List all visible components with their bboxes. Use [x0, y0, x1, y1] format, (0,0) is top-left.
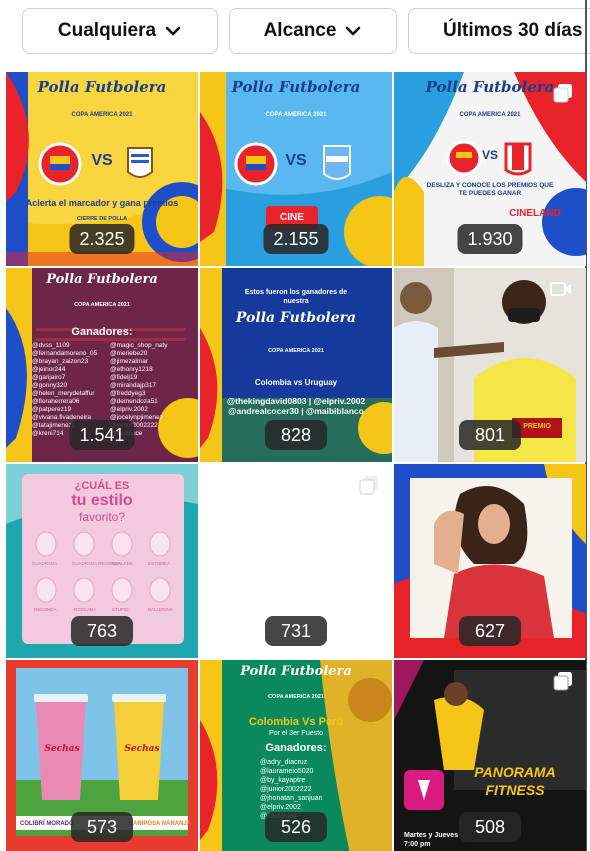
brand-label: Sechas — [124, 744, 160, 754]
post-tagline: Acierta el marcador y gana premios — [25, 198, 179, 208]
post-subtitle: COPA AMERICA 2021 — [74, 302, 130, 308]
vs-label: VS — [285, 152, 307, 169]
filter-date-dropdown[interactable]: Últimos 30 días — [408, 8, 590, 54]
post-tile[interactable]: Estos fueron los ganadores de nuestra Po… — [200, 268, 392, 462]
post-heading-top: ¿CUÁL ES — [74, 480, 130, 492]
carousel-icon — [359, 476, 378, 495]
chevron-down-icon — [346, 26, 361, 36]
match-label: Colombia vs Uruguay — [254, 378, 338, 387]
view-count-badge: 1.541 — [69, 420, 135, 450]
product-label-right: MARIPOSA NARANJA — [128, 821, 192, 827]
view-count-badge: 508 — [459, 812, 521, 842]
style-label: BALLERINA — [148, 607, 173, 612]
post-subtitle: COPA AMERICA 2021 — [268, 694, 324, 700]
filter-bar: Cualquiera Alcance Últimos 30 días — [0, 0, 590, 66]
vs-label: VS — [481, 148, 498, 162]
post-tagline: DESLIZA Y CONOCE LOS PREMIOS QUE TE PUED… — [426, 182, 554, 197]
view-count-badge: 828 — [265, 420, 327, 450]
post-title: Polla Futbolera — [231, 78, 361, 96]
style-label: ROSCADA — [74, 607, 97, 612]
style-label: CUADRADA — [32, 561, 58, 566]
post-title-2: FITNESS — [485, 782, 545, 798]
post-tile[interactable]: Polla Futbolera COPA AMERICA 2021 VS CIN… — [200, 72, 392, 266]
filter-metric-dropdown[interactable]: Alcance — [229, 8, 397, 54]
brand-label: CINELAND — [509, 208, 561, 219]
post-title: Polla Futbolera — [240, 664, 352, 679]
filter-type-label: Cualquiera — [57, 20, 157, 41]
post-header: Estos fueron los ganadores de nuestra — [244, 289, 348, 305]
view-count-badge: 573 — [71, 812, 133, 842]
post-tile[interactable]: PREMIO 801 — [394, 268, 586, 462]
vs-label: VS — [91, 152, 113, 169]
post-title: Polla Futbolera — [235, 310, 357, 326]
view-count-badge: 627 — [459, 616, 521, 646]
chevron-down-icon — [165, 26, 181, 36]
carousel-icon — [553, 84, 572, 103]
post-tile[interactable]: PANORAMA FITNESS Martes y Jueves 7:00 pm… — [394, 660, 586, 851]
post-title: Polla Futbolera — [37, 78, 167, 96]
winners-text: @thekingdavid0803 | @elpriv.2002 @andrea… — [226, 396, 366, 416]
post-tile[interactable]: ¿CUÁL ES tu estilo favorito? CUADRADA CU… — [6, 464, 198, 658]
style-label: STUPID — [112, 607, 129, 612]
filter-metric-label: Alcance — [263, 20, 337, 41]
view-count-badge: 801 — [459, 420, 521, 450]
post-tile[interactable]: 627 — [394, 464, 586, 658]
post-subtitle: COPA AMERICA 2021 — [268, 348, 324, 354]
view-count-badge: 1.930 — [457, 224, 523, 254]
post-tile[interactable]: Polla Futbolera COPA AMERICA 2021 VS DES… — [394, 72, 586, 266]
style-label: REDONDA — [34, 607, 57, 612]
view-count-badge: 731 — [265, 616, 327, 646]
post-tile[interactable]: Sechas Sechas COLIBRÍ MORADO MARIPOSA NA… — [6, 660, 198, 851]
post-title: Polla Futbolera — [46, 272, 158, 287]
post-subtitle: COPA AMERICA 2021 — [459, 112, 521, 118]
promo-label: CINE — [280, 212, 304, 223]
posts-grid: Polla Futbolera COPA AMERICA 2021 VS Aci… — [6, 72, 586, 851]
winners-heading: Ganadores: — [71, 326, 133, 338]
style-label: ESTOMEA — [148, 561, 170, 566]
view-count-badge: 2.325 — [69, 224, 135, 254]
post-tile[interactable]: 731 — [200, 464, 392, 658]
post-heading-main: tu estilo — [71, 492, 133, 509]
carousel-icon — [553, 672, 572, 691]
post-tile[interactable]: Polla Futbolera COPA AMERICA 2021 Colomb… — [200, 660, 392, 851]
post-subtitle: COPA AMERICA 2021 — [265, 112, 327, 118]
style-label: OVALADA — [112, 561, 133, 566]
product-label-left: COLIBRÍ MORADO — [20, 821, 74, 827]
match-label: Colombia Vs Perú — [248, 716, 344, 728]
post-tile[interactable]: Polla Futbolera COPA AMERICA 2021 Ganado… — [6, 268, 198, 462]
schedule-label: Martes y Jueves — [404, 832, 459, 839]
time-label: 7:00 pm — [404, 841, 431, 848]
view-count-badge: 2.155 — [263, 224, 329, 254]
winners-heading: Ganadores: — [265, 742, 327, 754]
post-heading-sub: favorito? — [78, 510, 126, 524]
post-tile[interactable]: Polla Futbolera COPA AMERICA 2021 VS Aci… — [6, 72, 198, 266]
view-count-badge: 526 — [265, 812, 327, 842]
filter-type-dropdown[interactable]: Cualquiera — [22, 8, 218, 54]
filter-date-label: Últimos 30 días — [443, 20, 583, 41]
post-title: PANORAMA — [474, 764, 556, 780]
video-icon — [550, 282, 571, 296]
post-footer: CIERRE DE POLLA — [76, 216, 128, 222]
match-subtitle: Por el 3er Puesto — [268, 730, 324, 737]
post-subtitle: COPA AMERICA 2021 — [71, 112, 133, 118]
brand-label: Sechas — [44, 744, 80, 754]
view-count-badge: 763 — [71, 616, 133, 646]
